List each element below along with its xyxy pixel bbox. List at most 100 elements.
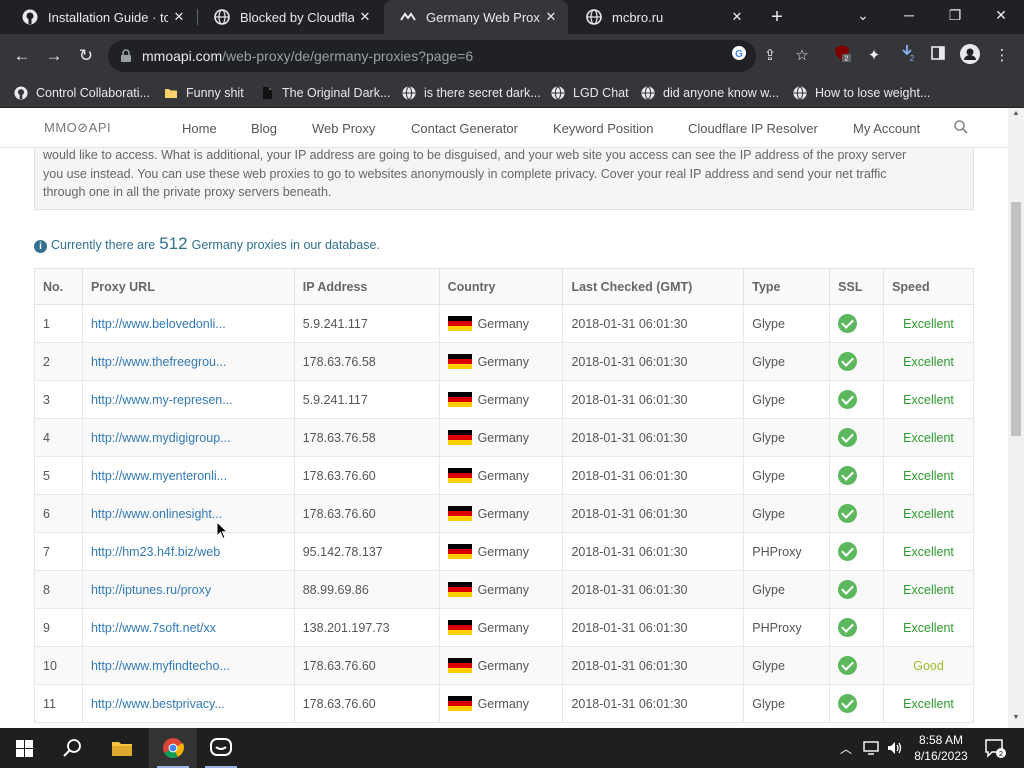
chrome-icon[interactable]: [149, 728, 197, 768]
column-header[interactable]: Last Checked (GMT): [562, 268, 745, 305]
nav-cloudflare-ip-resolver[interactable]: Cloudflare IP Resolver: [688, 121, 818, 136]
last-checked: 2018-01-31 06:01:30: [562, 494, 745, 533]
windows-start-icon[interactable]: [0, 728, 48, 768]
star-icon[interactable]: ☆: [790, 44, 814, 68]
file-explorer-icon[interactable]: [98, 728, 146, 768]
column-header[interactable]: SSL: [829, 268, 885, 305]
bookmark-item[interactable]: How to lose weight...: [793, 83, 930, 103]
column-header[interactable]: IP Address: [293, 268, 440, 305]
scroll-down-arrow[interactable]: ▼: [1012, 714, 1020, 721]
tab-blocked-cloudflare[interactable]: Blocked by Cloudflare ( ✕: [198, 0, 382, 34]
svg-text:G: G: [735, 49, 743, 60]
volume-icon[interactable]: [884, 728, 906, 768]
tab-strip: Installation Guide · tor2 ✕ Blocked by C…: [0, 0, 1024, 34]
speed-rating: Excellent: [883, 418, 974, 457]
bookmark-item[interactable]: is there secret dark...: [402, 83, 541, 103]
column-header[interactable]: Type: [743, 268, 831, 305]
extensions-puzzle-icon[interactable]: ✦: [862, 44, 886, 68]
close-icon[interactable]: ✕: [726, 9, 748, 25]
profile-avatar[interactable]: [958, 44, 982, 68]
lock-icon[interactable]: [120, 49, 132, 68]
download-extension-icon[interactable]: 2: [896, 44, 920, 68]
tab-search-button[interactable]: ⌄: [840, 0, 886, 34]
reload-button[interactable]: ↻: [74, 44, 98, 68]
url-text: mmoapi.com/web-proxy/de/germany-proxies?…: [142, 48, 473, 64]
tab-installation-guide[interactable]: Installation Guide · tor2 ✕: [6, 0, 196, 34]
proxy-url-link[interactable]: http://www.bestprivacy...: [81, 684, 295, 723]
bookmark-item[interactable]: did anyone know w...: [641, 83, 779, 103]
speed-rating: Excellent: [883, 532, 974, 571]
network-icon[interactable]: [860, 728, 882, 768]
bookmark-folder[interactable]: Funny shit: [164, 83, 244, 103]
new-tab-button[interactable]: +: [766, 5, 788, 29]
github-icon: [22, 9, 38, 25]
table-row: 2 http://www.thefreegrou... 178.63.76.58 Ge…: [34, 342, 974, 381]
google-icon[interactable]: G: [728, 45, 750, 67]
chevron-up-icon[interactable]: ︿: [836, 728, 856, 768]
system-clock[interactable]: 8:58 AM 8/16/2023: [908, 732, 974, 764]
menu-kebab-icon[interactable]: ⋮: [990, 44, 1014, 68]
nav-blog[interactable]: Blog: [251, 121, 277, 136]
row-number: 3: [34, 380, 83, 419]
check-circle-icon: [838, 504, 858, 523]
forward-button[interactable]: →: [42, 44, 66, 68]
site-navbar: MMO⊘API Home Blog Web Proxy Contact Gene…: [0, 108, 1008, 148]
search-icon[interactable]: [954, 120, 968, 139]
tab-mcbro[interactable]: mcbro.ru ✕: [570, 0, 754, 34]
proxy-url-link[interactable]: http://iptunes.ru/proxy: [81, 570, 295, 609]
proxy-url-link[interactable]: http://www.onlinesight...: [81, 494, 295, 533]
row-number: 9: [34, 608, 83, 647]
close-icon[interactable]: ✕: [354, 9, 376, 25]
notification-center-icon[interactable]: 2: [978, 728, 1012, 768]
address-bar[interactable]: mmoapi.com/web-proxy/de/germany-proxies?…: [108, 40, 756, 72]
intro-line: you use instead. You can use these web p…: [43, 166, 887, 181]
table-row: 8 http://iptunes.ru/proxy 88.99.69.86 Germa…: [34, 570, 974, 609]
country-cell: Germany: [438, 646, 564, 685]
bookmark-item[interactable]: LGD Chat: [551, 83, 629, 103]
close-icon[interactable]: ✕: [540, 9, 562, 25]
nav-my-account[interactable]: My Account: [853, 121, 920, 136]
nav-web-proxy[interactable]: Web Proxy: [312, 121, 375, 136]
last-checked: 2018-01-31 06:01:30: [562, 646, 745, 685]
close-icon[interactable]: ✕: [168, 9, 190, 25]
column-header[interactable]: No.: [34, 268, 83, 305]
nav-home[interactable]: Home: [182, 121, 217, 136]
count-prefix: Currently there are: [51, 238, 156, 252]
proxy-url-link[interactable]: http://hm23.h4f.biz/web: [81, 532, 295, 571]
ublock-extension-icon[interactable]: 2: [830, 44, 854, 68]
proxy-url-link[interactable]: http://www.myenteronli...: [81, 456, 295, 495]
back-button[interactable]: ←: [10, 44, 34, 68]
nav-contact-generator[interactable]: Contact Generator: [411, 121, 518, 136]
tab-germany-web-proxies[interactable]: Germany Web Proxies ✕: [384, 0, 568, 34]
check-circle-icon: [838, 390, 858, 409]
proxy-url-link[interactable]: http://www.my-represen...: [81, 380, 295, 419]
close-window-button[interactable]: ✕: [978, 0, 1024, 34]
proxy-url-link[interactable]: http://www.myfindtecho...: [81, 646, 295, 685]
share-icon[interactable]: ⇪: [758, 44, 782, 68]
country-cell: Germany: [438, 570, 564, 609]
proxy-url-link[interactable]: http://www.thefreegrou...: [81, 342, 295, 381]
nav-keyword-position[interactable]: Keyword Position: [553, 121, 653, 136]
scrollbar-thumb[interactable]: [1011, 202, 1021, 436]
proxy-url-link[interactable]: http://www.7soft.net/xx: [81, 608, 295, 647]
restore-button[interactable]: ❐: [932, 0, 978, 34]
site-logo[interactable]: MMO⊘API: [44, 120, 111, 136]
proxy-url-link[interactable]: http://www.belovedonli...: [81, 304, 295, 343]
side-panel-icon[interactable]: [926, 44, 950, 68]
germany-flag-icon: [447, 430, 472, 445]
minimize-button[interactable]: ─: [886, 0, 932, 34]
proxy-url-link[interactable]: http://www.mydigigroup...: [81, 418, 295, 457]
column-header[interactable]: Proxy URL: [81, 268, 295, 305]
page-scrollbar[interactable]: ▲ ▼: [1008, 108, 1024, 728]
chat-app-icon[interactable]: [197, 728, 245, 768]
column-header[interactable]: Country: [438, 268, 564, 305]
bookmarks-bar: Control Collaborati... Funny shit The Or…: [0, 78, 1024, 108]
scroll-up-arrow[interactable]: ▲: [1012, 110, 1020, 117]
column-header[interactable]: Speed: [883, 268, 974, 305]
search-icon[interactable]: [48, 728, 96, 768]
bookmark-item[interactable]: The Original Dark...: [260, 83, 390, 103]
count-suffix: Germany proxies in our database.: [191, 238, 380, 252]
check-circle-icon: [838, 542, 858, 561]
ip-address: 178.63.76.60: [293, 494, 440, 533]
bookmark-item[interactable]: Control Collaborati...: [14, 83, 150, 103]
